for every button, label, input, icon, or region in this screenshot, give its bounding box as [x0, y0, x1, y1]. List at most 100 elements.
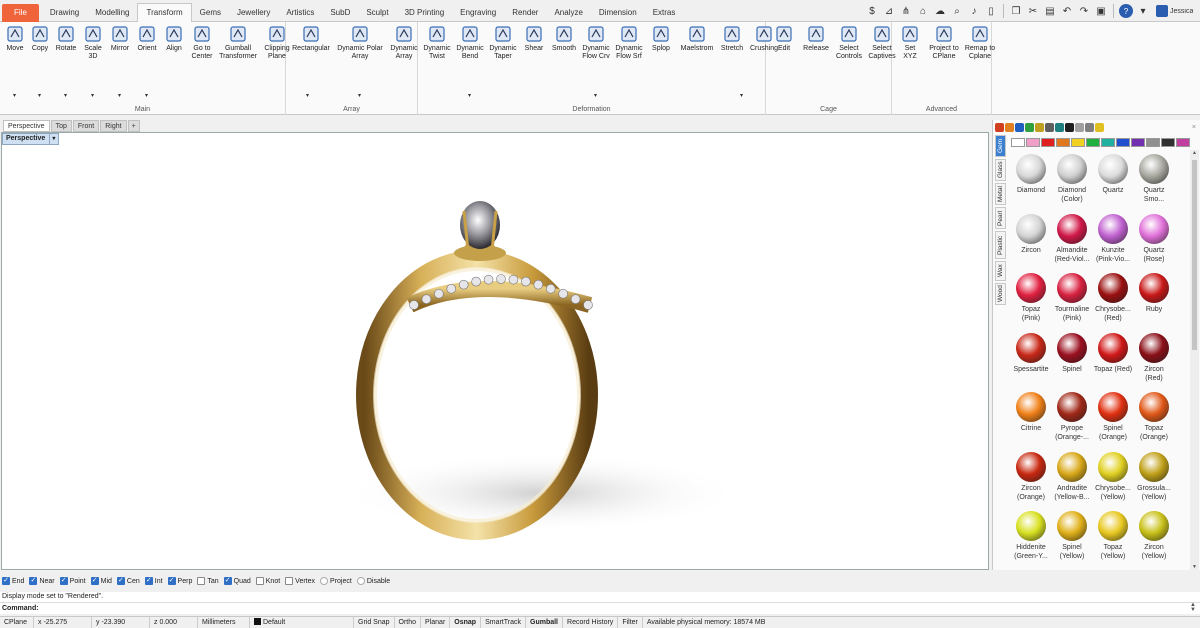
checkbox-icon[interactable] — [197, 577, 206, 585]
maelstrom-button[interactable]: Maelstrom — [677, 24, 717, 53]
set-xyz-button[interactable]: Set XYZ — [895, 24, 925, 61]
gem-diamond-color[interactable]: Diamond (Color) — [1050, 154, 1094, 204]
radio-icon[interactable] — [320, 577, 329, 585]
status-units[interactable]: Millimeters — [198, 616, 250, 628]
go-to-center-button[interactable]: Go to Center — [188, 24, 216, 61]
tab-artistics[interactable]: Artistics — [278, 4, 322, 22]
category-tab-glass[interactable]: Glass — [995, 159, 1006, 181]
checkbox-icon[interactable]: ✓ — [2, 577, 10, 585]
gem-zircon-red[interactable]: Zircon (Red) — [1132, 332, 1176, 383]
osnap-int[interactable]: ✓ Int — [144, 577, 163, 585]
dynamic-taper-button[interactable]: Dynamic Taper — [487, 24, 519, 61]
gumball-transformer-button[interactable]: Gumball Transformer — [217, 24, 259, 61]
scroll-thumb[interactable] — [1192, 160, 1197, 350]
gem-pyrope-orange[interactable]: Pyrope (Orange-... — [1050, 392, 1094, 442]
tab-render[interactable]: Render — [504, 4, 546, 22]
scroll-down-icon[interactable]: ▼ — [1190, 564, 1199, 570]
dropdown-caret-icon[interactable]: ▾ — [13, 92, 16, 99]
remap-to-cplane-button[interactable]: Remap to Cplane — [963, 24, 997, 61]
gem-zircon-orange[interactable]: Zircon (Orange) — [1009, 451, 1053, 502]
checkbox-icon[interactable]: ✓ — [59, 577, 68, 585]
command-input[interactable] — [40, 603, 1181, 614]
tab-dimension[interactable]: Dimension — [591, 4, 645, 22]
copy-icon[interactable]: ❐ — [1009, 4, 1023, 18]
align-button[interactable]: Align — [161, 24, 187, 53]
color-swatch[interactable] — [1116, 138, 1130, 147]
viewport-tab-right[interactable]: Right — [100, 120, 127, 132]
category-tab-wax[interactable]: Wax — [995, 261, 1006, 281]
checkbox-icon[interactable]: ✓ — [223, 577, 232, 585]
tab-subd[interactable]: SubD — [322, 4, 358, 22]
save-icon[interactable]: ▣ — [1094, 4, 1108, 18]
network-icon[interactable]: ⌂ — [916, 4, 930, 18]
status-toggle-gumball[interactable]: Gumball — [526, 616, 564, 628]
mirror-button[interactable]: Mirror — [107, 24, 133, 53]
category-tab-wood[interactable]: Wood — [995, 283, 1006, 305]
dropdown-caret-icon[interactable]: ▾ — [468, 92, 471, 99]
osnap-knot[interactable]: Knot — [255, 577, 280, 585]
panel-tab-icon[interactable] — [1035, 123, 1044, 132]
osnap-disable[interactable]: Disable — [356, 577, 390, 585]
checkbox-icon[interactable]: ✓ — [144, 577, 153, 585]
color-swatch[interactable] — [1131, 138, 1145, 147]
stretch-button[interactable]: Stretch — [718, 24, 746, 53]
redo-icon[interactable]: ↷ — [1077, 4, 1091, 18]
splop-button[interactable]: Splop — [646, 24, 676, 53]
viewport-tab-front[interactable]: Front — [72, 120, 100, 132]
status-toggle-ortho[interactable]: Ortho — [395, 616, 422, 628]
osnap-perp[interactable]: ✓ Perp — [167, 577, 192, 585]
checkbox-icon[interactable] — [285, 577, 294, 585]
dropdown-caret-icon[interactable]: ▾ — [594, 92, 597, 99]
gem-topaz-pink[interactable]: Topaz (Pink) — [1009, 273, 1053, 323]
dropdown-caret-icon[interactable]: ▾ — [118, 92, 121, 99]
dynamic-twist-button[interactable]: Dynamic Twist — [421, 24, 453, 61]
color-swatch[interactable] — [1056, 138, 1070, 147]
search-icon[interactable]: ⌕ — [950, 4, 964, 18]
category-tab-metal[interactable]: Metal — [995, 183, 1006, 205]
tab-sculpt[interactable]: Sculpt — [358, 4, 396, 22]
rectangular-button[interactable]: Rectangular — [289, 24, 333, 53]
paste-icon[interactable]: ▤ — [1043, 4, 1057, 18]
dynamic-flow-srf-button[interactable]: Dynamic Flow Srf — [613, 24, 645, 61]
checkbox-icon[interactable]: ✓ — [29, 577, 38, 585]
panel-tab-icon[interactable] — [1085, 123, 1094, 132]
panel-tab-icon[interactable] — [995, 123, 1004, 132]
gem-topaz-yellow[interactable]: Topaz (Yellow) — [1091, 511, 1135, 561]
microphone-icon[interactable]: ♪ — [967, 4, 981, 18]
cloud-icon[interactable]: ☁ — [933, 4, 947, 18]
panel-tab-icon[interactable] — [1025, 123, 1034, 132]
gem-grossula-yellow[interactable]: Grossula... (Yellow) — [1132, 451, 1176, 502]
dynamic-polar-array-button[interactable]: Dynamic Polar Array — [334, 24, 386, 61]
dropdown-caret-icon[interactable]: ▾ — [38, 92, 41, 99]
status-layer[interactable]: Default — [250, 616, 354, 628]
status-toggle-smarttrack[interactable]: SmartTrack — [481, 616, 526, 628]
copy-button[interactable]: Copy — [28, 24, 52, 53]
dropdown-caret-icon[interactable]: ▾ — [740, 92, 743, 99]
gem-almandite-red-viol[interactable]: Almandite (Red-Viol... — [1050, 213, 1094, 264]
phone-icon[interactable]: ▯ — [984, 4, 998, 18]
panel-tab-icon[interactable] — [1065, 123, 1074, 132]
dynamic-array-button[interactable]: Dynamic Array — [387, 24, 421, 61]
color-swatch[interactable] — [1011, 138, 1025, 147]
shear-button[interactable]: Shear — [520, 24, 548, 53]
gem-topaz-red[interactable]: Topaz (Red) — [1091, 332, 1135, 374]
osnap-point[interactable]: ✓ Point — [59, 577, 86, 585]
color-swatch[interactable] — [1176, 138, 1190, 147]
gem-spessartite[interactable]: Spessartite — [1009, 332, 1053, 374]
select-controls-button[interactable]: Select Controls — [833, 24, 865, 61]
color-swatch[interactable] — [1071, 138, 1085, 147]
scroll-up-icon[interactable]: ▲ — [1190, 150, 1199, 156]
panel-tab-icon[interactable] — [1015, 123, 1024, 132]
dynamic-flow-crv-button[interactable]: Dynamic Flow Crv — [580, 24, 612, 61]
checkbox-icon[interactable]: ✓ — [90, 577, 99, 585]
tab-transform[interactable]: Transform — [137, 3, 192, 23]
scale-3d-button[interactable]: Scale 3D — [80, 24, 106, 61]
help-icon[interactable]: ? — [1119, 4, 1133, 18]
gem-zircon[interactable]: Zircon — [1009, 213, 1053, 255]
checkbox-icon[interactable]: ✓ — [116, 577, 125, 585]
viewport-label[interactable]: Perspective ▾ — [2, 133, 60, 145]
category-tab-gem[interactable]: Gem — [995, 135, 1006, 157]
color-swatch[interactable] — [1026, 138, 1040, 147]
gem-kunzite-pink-vio[interactable]: Kunzite (Pink-Vio... — [1091, 213, 1135, 264]
orient-button[interactable]: Orient — [134, 24, 160, 53]
